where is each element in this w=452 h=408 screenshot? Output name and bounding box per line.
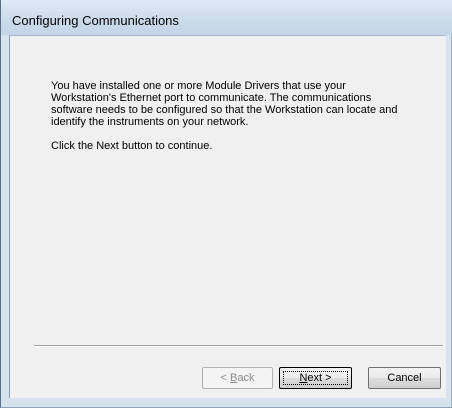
window-title: Configuring Communications bbox=[12, 13, 179, 28]
title-bar[interactable]: Configuring Communications bbox=[1, 0, 452, 35]
message-instruction: Click the Next button to continue. bbox=[51, 140, 213, 152]
message-area: You have installed one or more Module Dr… bbox=[51, 80, 411, 152]
next-button-suffix: ext > bbox=[307, 372, 332, 384]
back-button-prefix: < bbox=[220, 372, 230, 384]
cancel-button[interactable]: Cancel bbox=[368, 367, 441, 389]
button-separator bbox=[34, 345, 443, 347]
cancel-button-label: Cancel bbox=[387, 372, 422, 384]
back-button-suffix: ack bbox=[237, 372, 255, 384]
message-body: You have installed one or more Module Dr… bbox=[51, 80, 398, 128]
next-button[interactable]: Next > bbox=[279, 367, 352, 389]
back-button[interactable]: < Back bbox=[202, 367, 273, 389]
configuring-communications-dialog: Configuring Communications You have inst… bbox=[0, 0, 452, 408]
